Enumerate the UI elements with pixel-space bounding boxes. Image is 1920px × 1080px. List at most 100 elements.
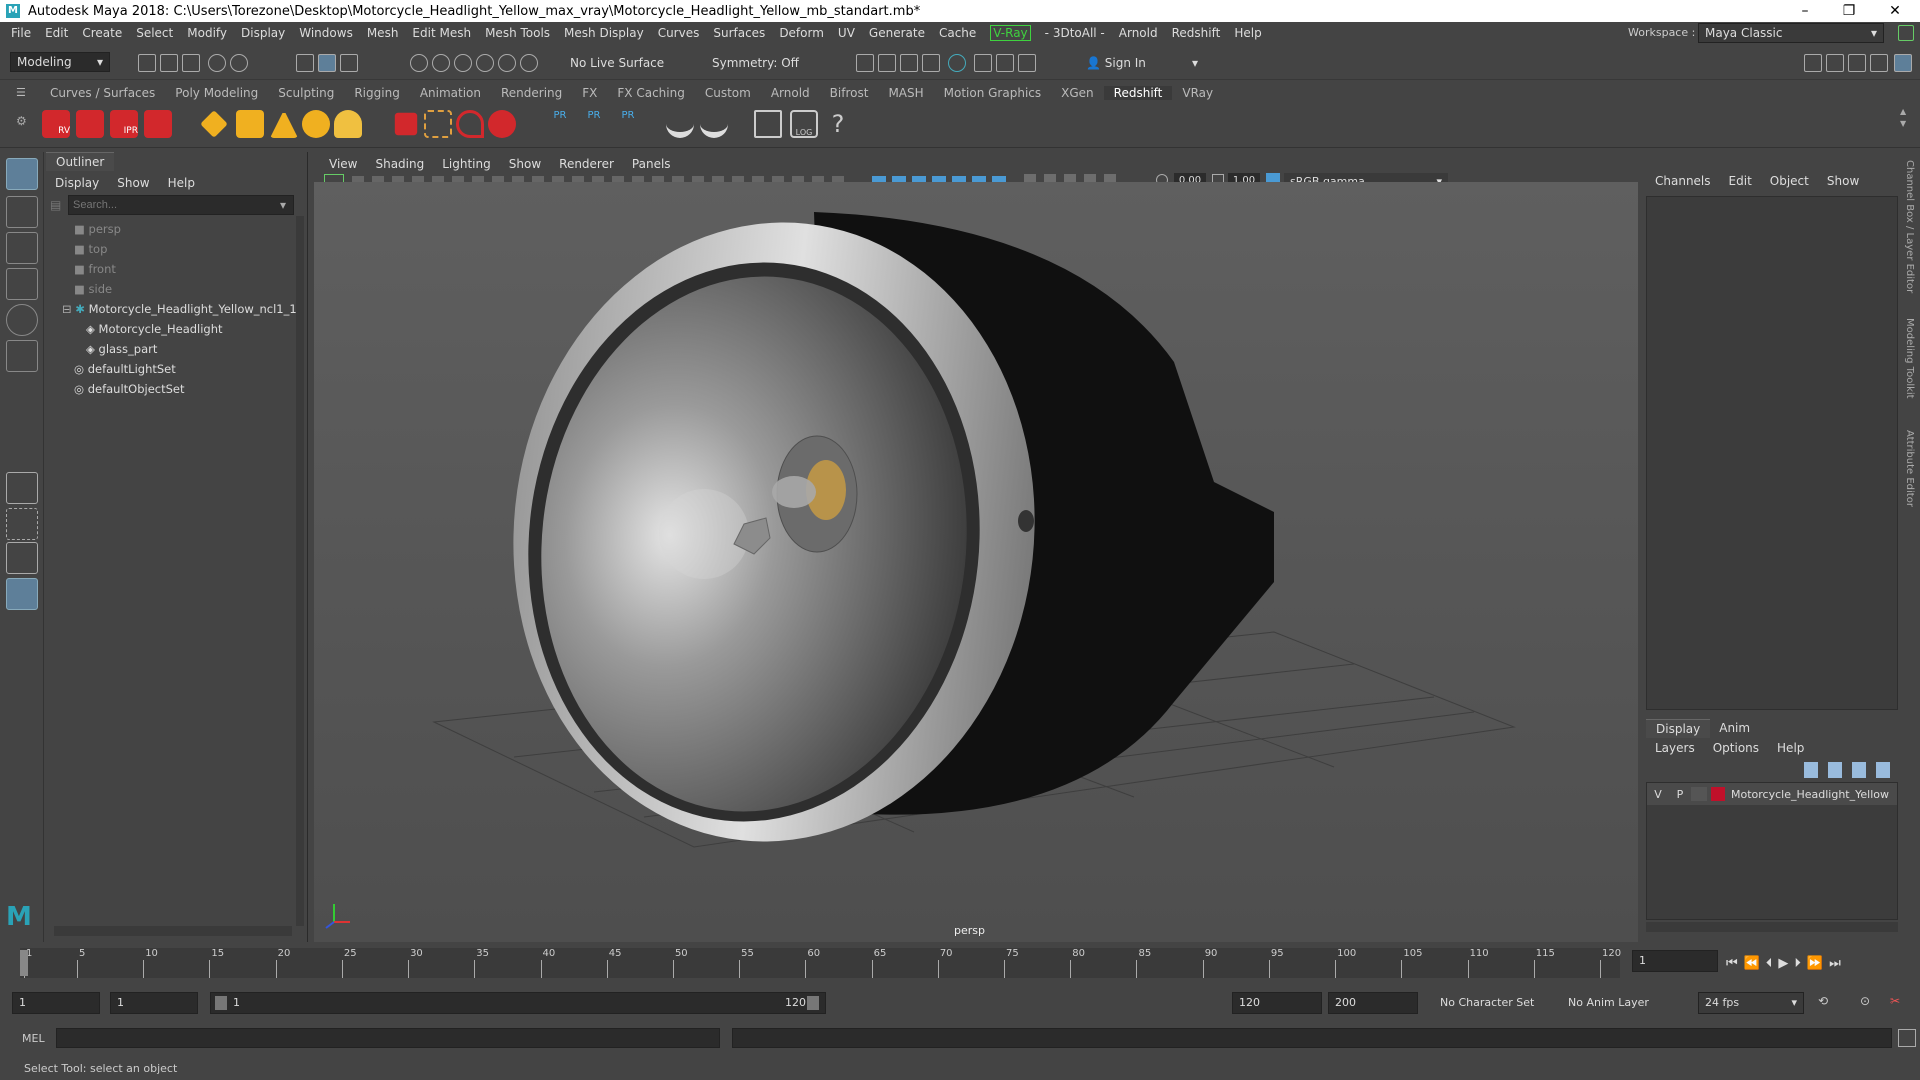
layer-color-swatch[interactable] — [1711, 787, 1725, 801]
tab-xgen[interactable]: XGen — [1051, 86, 1104, 100]
tree-item-default-object-set[interactable]: ◎ defaultObjectSet — [74, 379, 307, 399]
snap-vertex-icon[interactable] — [520, 54, 538, 72]
channels-menu-object[interactable]: Object — [1761, 174, 1818, 188]
redshift-settings-icon[interactable] — [144, 110, 172, 138]
layer-playback-toggle[interactable]: P — [1669, 788, 1691, 801]
channels-menu-channels[interactable]: Channels — [1646, 174, 1720, 188]
menu-mesh-tools[interactable]: Mesh Tools — [478, 26, 557, 40]
tab-rigging[interactable]: Rigging — [344, 86, 409, 100]
playback-end-field[interactable]: 120 — [1232, 992, 1322, 1014]
redshift-material-icon[interactable] — [488, 110, 516, 138]
two-pane-icon[interactable] — [6, 542, 38, 574]
menu-create[interactable]: Create — [75, 26, 129, 40]
menu-arnold[interactable]: Arnold — [1112, 26, 1165, 40]
menu-file[interactable]: File — [4, 26, 38, 40]
layer-action-icons[interactable] — [1804, 762, 1894, 778]
snap-grid-icon[interactable] — [410, 54, 428, 72]
tree-item-top[interactable]: ■ top — [74, 239, 307, 259]
outliner-menu-display[interactable]: Display — [46, 176, 108, 190]
fps-select[interactable]: 24 fps ▾ — [1698, 992, 1804, 1014]
attribute-editor-icon[interactable] — [1848, 54, 1866, 72]
current-time-indicator[interactable] — [20, 950, 28, 976]
range-end-handle[interactable] — [807, 996, 819, 1010]
tab-redshift[interactable]: Redshift — [1103, 86, 1173, 100]
command-language-label[interactable]: MEL — [0, 1032, 56, 1045]
minimize-button[interactable]: – — [1782, 0, 1828, 22]
outliner-menu-show[interactable]: Show — [108, 176, 158, 190]
redshift-render-view-icon[interactable]: RV — [42, 110, 70, 138]
save-scene-icon[interactable] — [182, 54, 200, 72]
redshift-ipr-icon[interactable]: IPR — [110, 110, 138, 138]
time-slider[interactable]: 1 5 10 15 20 25 30 35 40 45 50 55 60 65 70 75 80 85 90 95 10… — [0, 948, 1920, 982]
menu-display[interactable]: Display — [234, 26, 292, 40]
hypershade-icon[interactable] — [948, 54, 966, 72]
area-light-icon[interactable] — [200, 110, 228, 138]
menu-edit-mesh[interactable]: Edit Mesh — [405, 26, 478, 40]
redshift-hair-icon[interactable] — [456, 110, 484, 138]
teapot-alt-icon[interactable] — [700, 110, 728, 138]
scale-tool-icon[interactable] — [6, 340, 38, 372]
range-start-handle[interactable] — [215, 996, 227, 1010]
ipr-render-icon[interactable] — [900, 54, 918, 72]
tab-sculpting[interactable]: Sculpting — [268, 86, 344, 100]
menu-help[interactable]: Help — [1227, 26, 1268, 40]
lasso-tool-icon[interactable] — [6, 196, 38, 228]
menu-windows[interactable]: Windows — [292, 26, 360, 40]
pr-export-icon[interactable]: PR — [580, 110, 608, 138]
chevron-down-icon[interactable]: ▾ — [280, 198, 292, 212]
paint-select-icon[interactable] — [6, 232, 38, 264]
tab-arnold[interactable]: Arnold — [761, 86, 820, 100]
layer-type-toggle[interactable] — [1691, 787, 1707, 801]
render-current-icon[interactable] — [878, 54, 896, 72]
outliner-layout-icon[interactable] — [6, 578, 38, 610]
auto-key-icon[interactable]: ⊙ — [1860, 994, 1878, 1010]
current-frame-field[interactable]: 1 — [1632, 950, 1718, 972]
outliner-vscroll[interactable] — [296, 216, 304, 926]
layer-hscroll[interactable] — [1646, 922, 1898, 932]
render-setup-icon[interactable] — [974, 54, 992, 72]
menu-select[interactable]: Select — [129, 26, 180, 40]
help-icon[interactable]: ? — [824, 110, 852, 138]
close-button[interactable]: ✕ — [1872, 0, 1918, 22]
menu-redshift[interactable]: Redshift — [1165, 26, 1228, 40]
outliner-search-input[interactable] — [68, 195, 294, 215]
outliner-menu-help[interactable]: Help — [159, 176, 204, 190]
vp-menu-panels[interactable]: Panels — [623, 157, 680, 171]
end-frame-field[interactable]: 200 — [1328, 992, 1418, 1014]
tab-bifrost[interactable]: Bifrost — [820, 86, 879, 100]
side-tab-attribute-editor[interactable]: Attribute Editor — [1904, 430, 1915, 507]
tree-item-front[interactable]: ■ front — [74, 259, 307, 279]
tab-custom[interactable]: Custom — [695, 86, 761, 100]
new-scene-icon[interactable] — [138, 54, 156, 72]
shelf-scroll-icon[interactable]: ▲ ▼ — [1900, 106, 1910, 144]
tree-item-side[interactable]: ■ side — [74, 279, 307, 299]
viewport-canvas[interactable]: persp — [314, 182, 1638, 942]
layer-menu-help[interactable]: Help — [1768, 741, 1813, 755]
shelf-menu-icon[interactable]: ☰ — [16, 86, 30, 100]
sign-in-button[interactable]: 👤 Sign In ▾ — [1086, 52, 1198, 74]
script-editor-icon[interactable] — [754, 110, 782, 138]
tab-vray[interactable]: VRay — [1172, 86, 1223, 100]
character-set-select[interactable]: No Character Set — [1440, 996, 1534, 1009]
select-hierarchy-icon[interactable] — [296, 54, 314, 72]
human-ik-icon[interactable] — [1826, 54, 1844, 72]
range-slider[interactable]: 1 120 — [210, 992, 826, 1014]
menu-deform[interactable]: Deform — [772, 26, 831, 40]
pr-sync-icon[interactable]: PR — [614, 110, 642, 138]
symmetry-label[interactable]: Symmetry: Off — [712, 56, 799, 70]
side-tab-modeling-toolkit[interactable]: Modeling Toolkit — [1904, 318, 1915, 399]
open-scene-icon[interactable] — [160, 54, 178, 72]
log-icon[interactable]: LOG — [790, 110, 818, 138]
single-pane-icon[interactable] — [6, 472, 38, 504]
modeling-toolkit-icon[interactable] — [1804, 54, 1822, 72]
loop-icon[interactable]: ⟲ — [1818, 994, 1836, 1010]
layer-tab-display[interactable]: Display — [1646, 718, 1711, 738]
menu-3dtoall[interactable]: - 3DtoAll - — [1038, 26, 1112, 40]
four-pane-icon[interactable] — [6, 508, 38, 540]
workspace-select[interactable]: Maya Classic ▾ — [1698, 23, 1884, 43]
menu-vray[interactable]: V-Ray — [983, 25, 1037, 41]
pause-icon[interactable] — [1018, 54, 1036, 72]
menu-mesh[interactable]: Mesh — [360, 26, 406, 40]
script-editor-button[interactable] — [1898, 1029, 1916, 1047]
tab-animation[interactable]: Animation — [410, 86, 491, 100]
